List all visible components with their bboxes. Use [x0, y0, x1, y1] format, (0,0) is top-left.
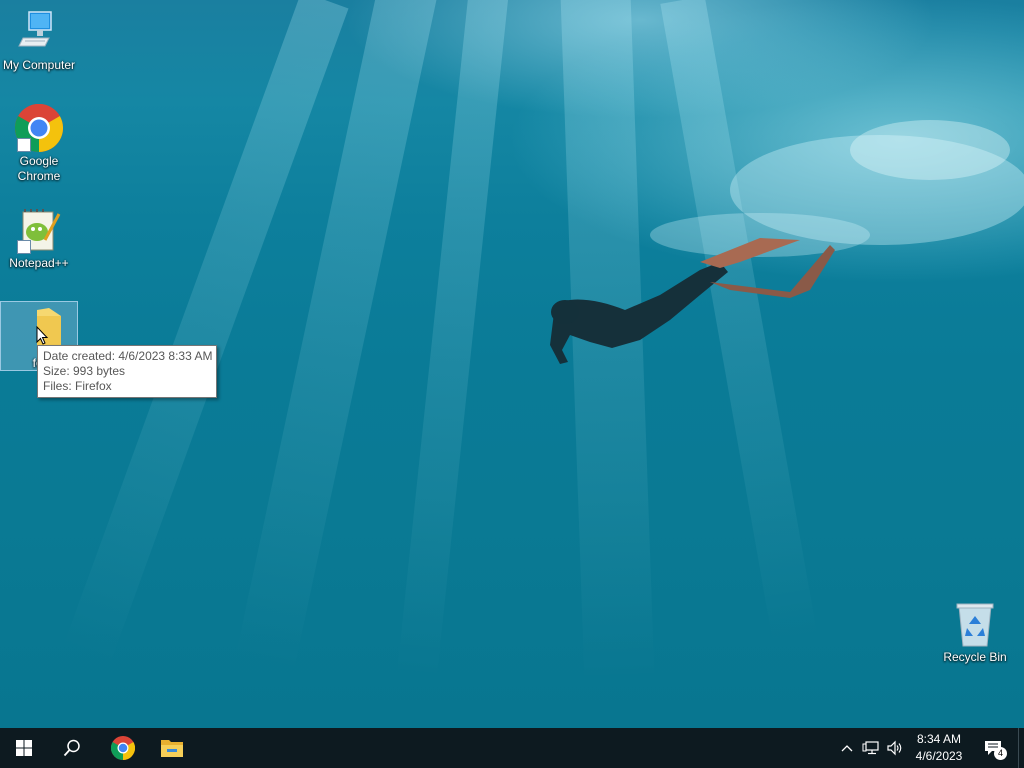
notepad-plus-plus-icon: [15, 206, 63, 254]
mouse-cursor-icon: [36, 326, 49, 345]
search-icon: [63, 739, 80, 757]
search-button[interactable]: [48, 728, 96, 768]
desktop[interactable]: My Computer Google Chrome Notepad++ Recy…: [0, 0, 1024, 728]
volume-tray-button[interactable]: [884, 728, 906, 768]
taskbar: 8:34 AM 4/6/2023 4: [0, 728, 1024, 768]
windows-start-icon: [16, 740, 32, 756]
start-button[interactable]: [0, 728, 48, 768]
desktop-icon-my-computer[interactable]: My Computer: [0, 8, 78, 73]
recycle-bin-icon: [951, 600, 999, 648]
tooltip-size: Size: 993 bytes: [43, 364, 126, 378]
clock-time: 8:34 AM: [916, 732, 962, 746]
desktop-icon-label: Recycle Bin: [943, 650, 1007, 664]
taskbar-clock[interactable]: 8:34 AM 4/6/2023: [906, 731, 972, 765]
notification-icon-wrapper: 4: [984, 740, 1007, 760]
network-tray-button[interactable]: [860, 728, 882, 768]
taskbar-file-explorer-button[interactable]: [148, 728, 196, 768]
desktop-icon-label: My Computer: [2, 58, 76, 72]
clock-date: 4/6/2023: [915, 749, 963, 763]
chevron-up-icon: [841, 745, 853, 752]
action-center-button[interactable]: 4: [978, 728, 1008, 768]
show-hidden-icons-button[interactable]: [838, 728, 856, 768]
shortcut-arrow-icon: [17, 240, 31, 254]
desktop-icon-label: Google Chrome: [17, 154, 61, 183]
shortcut-arrow-icon: [17, 138, 31, 152]
chrome-icon: [14, 103, 64, 152]
show-desktop-button[interactable]: [1018, 728, 1024, 768]
volume-icon: [887, 740, 902, 756]
computer-icon: [15, 8, 63, 56]
desktop-icon-google-chrome[interactable]: Google Chrome: [0, 103, 78, 184]
chrome-icon: [111, 736, 135, 760]
folder-tooltip: Date created: 4/6/2023 8:33 AM Size: 993…: [37, 345, 217, 398]
tooltip-files: Files: Firefox: [43, 379, 112, 393]
network-icon: [862, 741, 879, 755]
notification-count-badge: 4: [994, 747, 1007, 760]
file-explorer-icon: [161, 740, 183, 757]
tooltip-date-created: Date created: 4/6/2023 8:33 AM: [43, 349, 213, 363]
desktop-icon-recycle-bin[interactable]: Recycle Bin: [936, 600, 1014, 665]
desktop-icon-label: Notepad++: [9, 256, 69, 270]
desktop-icon-notepad-plus-plus[interactable]: Notepad++: [0, 206, 78, 271]
taskbar-chrome-button[interactable]: [99, 728, 147, 768]
